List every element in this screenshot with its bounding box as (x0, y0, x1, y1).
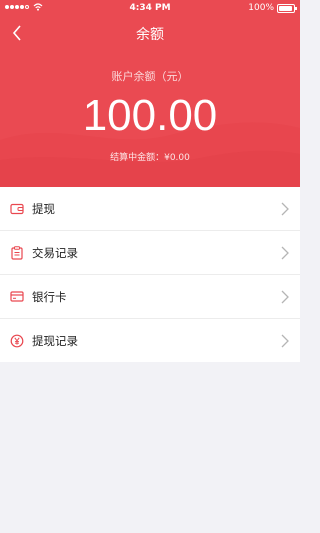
menu-item-label: 提现 (32, 201, 55, 216)
battery-indicator: 100% (248, 3, 297, 13)
chevron-right-icon (281, 334, 289, 348)
menu-item-withdraw-records[interactable]: 提现记录 (0, 319, 300, 362)
card-icon (10, 290, 24, 304)
settling-amount: 结算中金额：¥0.00 (110, 153, 190, 163)
battery-icon (277, 3, 297, 13)
page-title: 余额 (136, 27, 164, 43)
menu-item-transactions[interactable]: 交易记录 (0, 231, 300, 275)
battery-percent: 100% (248, 3, 274, 13)
nav-bar: 余额 (0, 18, 300, 48)
status-bar: 4:34 PM 100% (0, 0, 300, 16)
balance-label: 账户余额（元） (111, 70, 189, 83)
menu-item-bank-card[interactable]: 银行卡 (0, 275, 300, 319)
menu-item-label: 银行卡 (32, 289, 67, 304)
menu-item-label: 交易记录 (32, 245, 78, 260)
menu-item-withdraw[interactable]: 提现 (0, 187, 300, 231)
chevron-right-icon (281, 202, 289, 216)
menu-list: 提现 交易记录 银行卡 提现记录 (0, 187, 300, 362)
yen-coin-icon (10, 334, 24, 348)
chevron-right-icon (281, 246, 289, 260)
balance-amount: 100.00 (82, 91, 218, 140)
chevron-right-icon (281, 290, 289, 304)
clipboard-icon (10, 245, 24, 260)
menu-item-label: 提现记录 (32, 333, 78, 348)
wallet-icon (10, 202, 24, 216)
balance-header: 4:34 PM 100% 余额 账户余额（元） 100.00 结算中金额：¥0.… (0, 0, 300, 187)
